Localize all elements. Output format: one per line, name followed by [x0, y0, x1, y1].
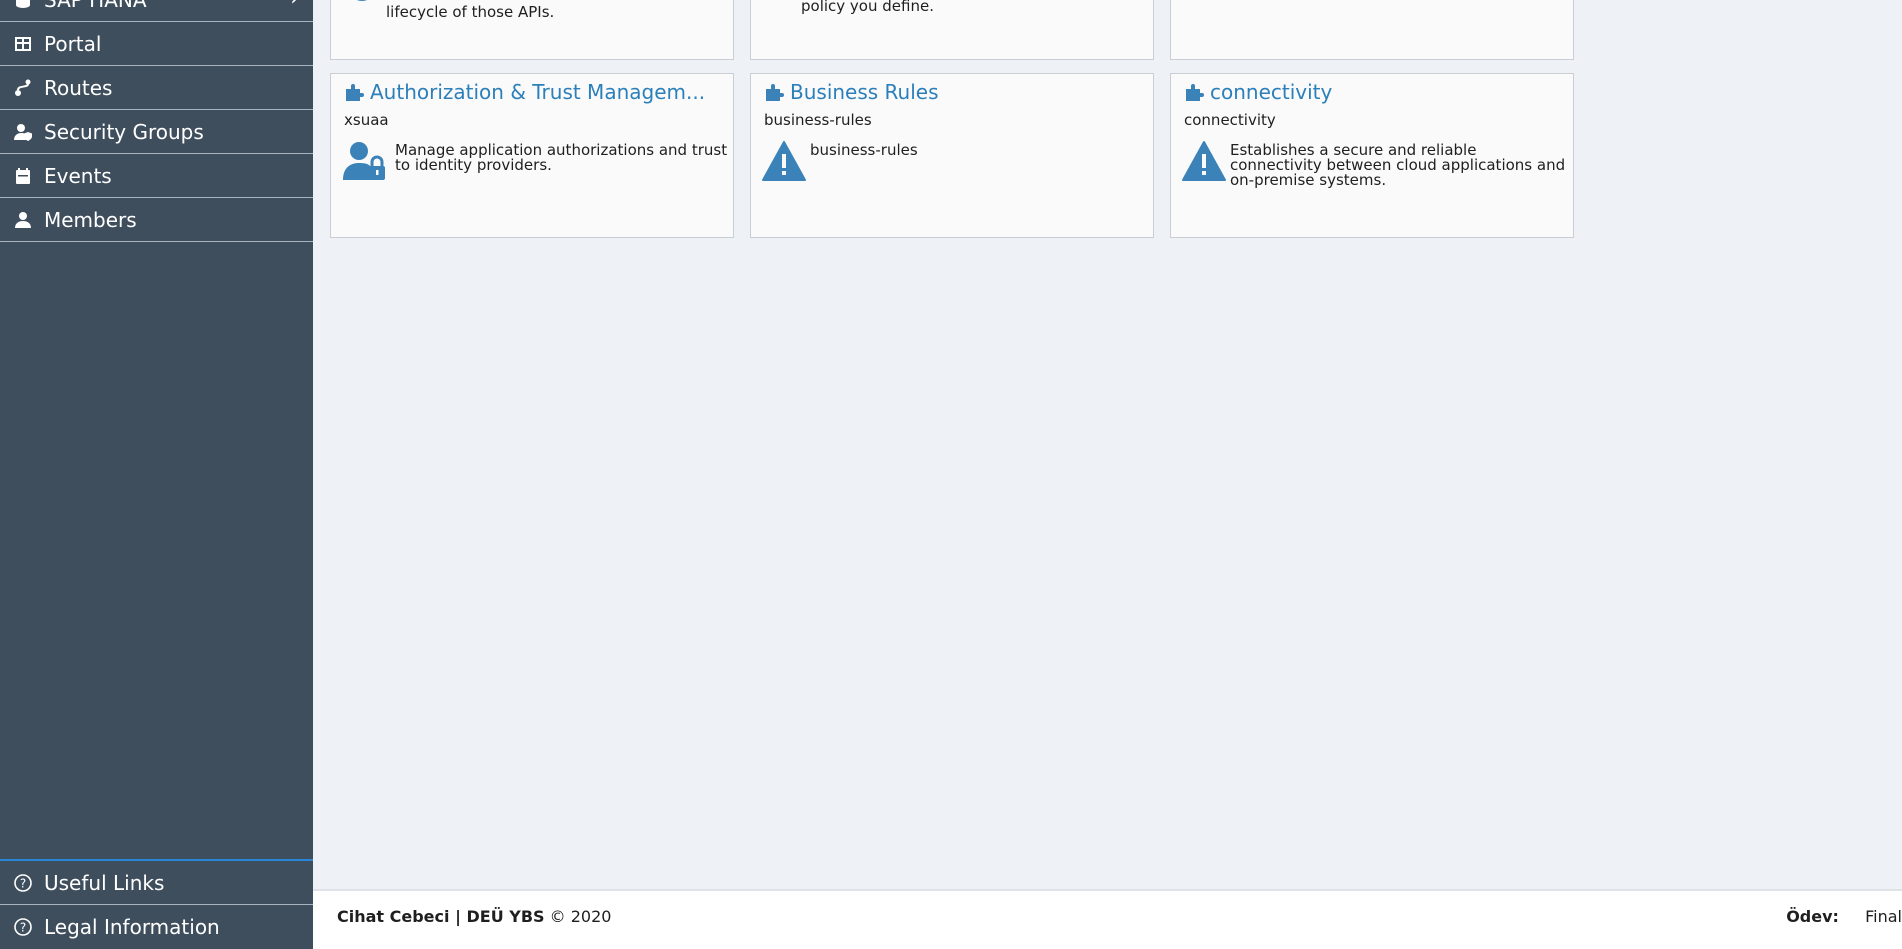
sidebar-item-legal-information[interactable]: ? Legal Information — [0, 905, 313, 949]
puzzle-icon — [1184, 81, 1206, 103]
security-groups-icon — [12, 121, 34, 143]
tile-description: policy you define. — [801, 0, 934, 15]
sidebar-item-events[interactable]: Events — [0, 154, 313, 198]
tile-partial-icon — [763, 0, 783, 5]
footer: Cihat Cebeci | DEÜ YBS © 2020 Ödev: Fina… — [313, 889, 1902, 949]
footer-author: Cihat Cebeci | DEÜ YBS — [337, 907, 545, 926]
person-icon — [12, 209, 34, 231]
footer-copyright: © 2020 — [549, 907, 612, 926]
sidebar-item-label: SAP HANA — [44, 0, 147, 12]
main-content: lifecycle of those APIs. policy you defi… — [313, 0, 1902, 949]
calendar-icon — [12, 165, 34, 187]
sidebar-item-sap-hana[interactable]: SAP HANA › — [0, 0, 313, 22]
service-tile[interactable]: lifecycle of those APIs. — [330, 0, 734, 60]
service-tile[interactable]: policy you define. — [750, 0, 1154, 60]
tile-header[interactable]: Business Rules — [764, 80, 939, 104]
table-icon — [12, 33, 34, 55]
sidebar: SAP HANA › Portal Routes Security Groups… — [0, 0, 313, 949]
tile-title[interactable]: connectivity — [1210, 80, 1332, 104]
sidebar-item-useful-links[interactable]: ? Useful Links — [0, 861, 313, 905]
tile-description: Establishes a secure and reliable connec… — [1230, 141, 1566, 189]
tile-title[interactable]: Authorization & Trust Managem... — [370, 80, 705, 104]
warning-icon — [761, 140, 807, 182]
tile-subtitle: business-rules — [764, 111, 872, 129]
tile-subtitle: connectivity — [1184, 111, 1276, 129]
warning-icon — [1181, 140, 1227, 182]
footer-assignment-label: Ödev: — [1786, 907, 1839, 926]
service-tile-xsuaa[interactable]: Authorization & Trust Managem... xsuaa M… — [330, 73, 734, 238]
sidebar-item-security-groups[interactable]: Security Groups — [0, 110, 313, 154]
svg-text:?: ? — [20, 921, 26, 935]
footer-credits: Cihat Cebeci | DEÜ YBS © 2020 — [337, 907, 611, 926]
svg-text:?: ? — [20, 876, 26, 890]
sidebar-item-label: Legal Information — [44, 915, 220, 939]
sidebar-item-label: Routes — [44, 75, 113, 100]
chevron-right-icon: › — [290, 0, 299, 11]
service-tile-connectivity[interactable]: connectivity connectivity Establishes a … — [1170, 73, 1574, 238]
sidebar-item-routes[interactable]: Routes — [0, 66, 313, 110]
tile-partial-icon — [346, 0, 378, 5]
footer-assignment: Ödev: Final — [1786, 907, 1902, 926]
tile-partial-icon — [1187, 0, 1223, 5]
help-circle-icon: ? — [12, 872, 34, 894]
puzzle-icon — [764, 81, 786, 103]
service-tile[interactable] — [1170, 0, 1574, 60]
sidebar-item-label: Security Groups — [44, 119, 204, 144]
tile-title[interactable]: Business Rules — [790, 80, 939, 104]
sidebar-item-members[interactable]: Members — [0, 198, 313, 242]
tile-description: business-rules — [810, 141, 918, 159]
tile-header[interactable]: Authorization & Trust Managem... — [344, 80, 705, 104]
user-lock-icon — [341, 140, 387, 182]
sidebar-item-label: Useful Links — [44, 870, 165, 895]
tile-description: Manage application authorizations and tr… — [395, 141, 728, 174]
help-circle-icon: ? — [12, 916, 34, 938]
database-icon — [12, 0, 34, 11]
sidebar-item-label: Members — [44, 207, 137, 232]
sidebar-item-label: Events — [44, 163, 112, 188]
service-tile-business-rules[interactable]: Business Rules business-rules business-r… — [750, 73, 1154, 238]
tile-subtitle: xsuaa — [344, 111, 389, 129]
puzzle-icon — [344, 81, 366, 103]
tile-header[interactable]: connectivity — [1184, 80, 1332, 104]
sidebar-item-portal[interactable]: Portal — [0, 22, 313, 66]
footer-assignment-value: Final — [1865, 907, 1902, 926]
tile-description: lifecycle of those APIs. — [386, 3, 555, 21]
routes-icon — [12, 77, 34, 99]
sidebar-item-label: Portal — [44, 31, 102, 56]
